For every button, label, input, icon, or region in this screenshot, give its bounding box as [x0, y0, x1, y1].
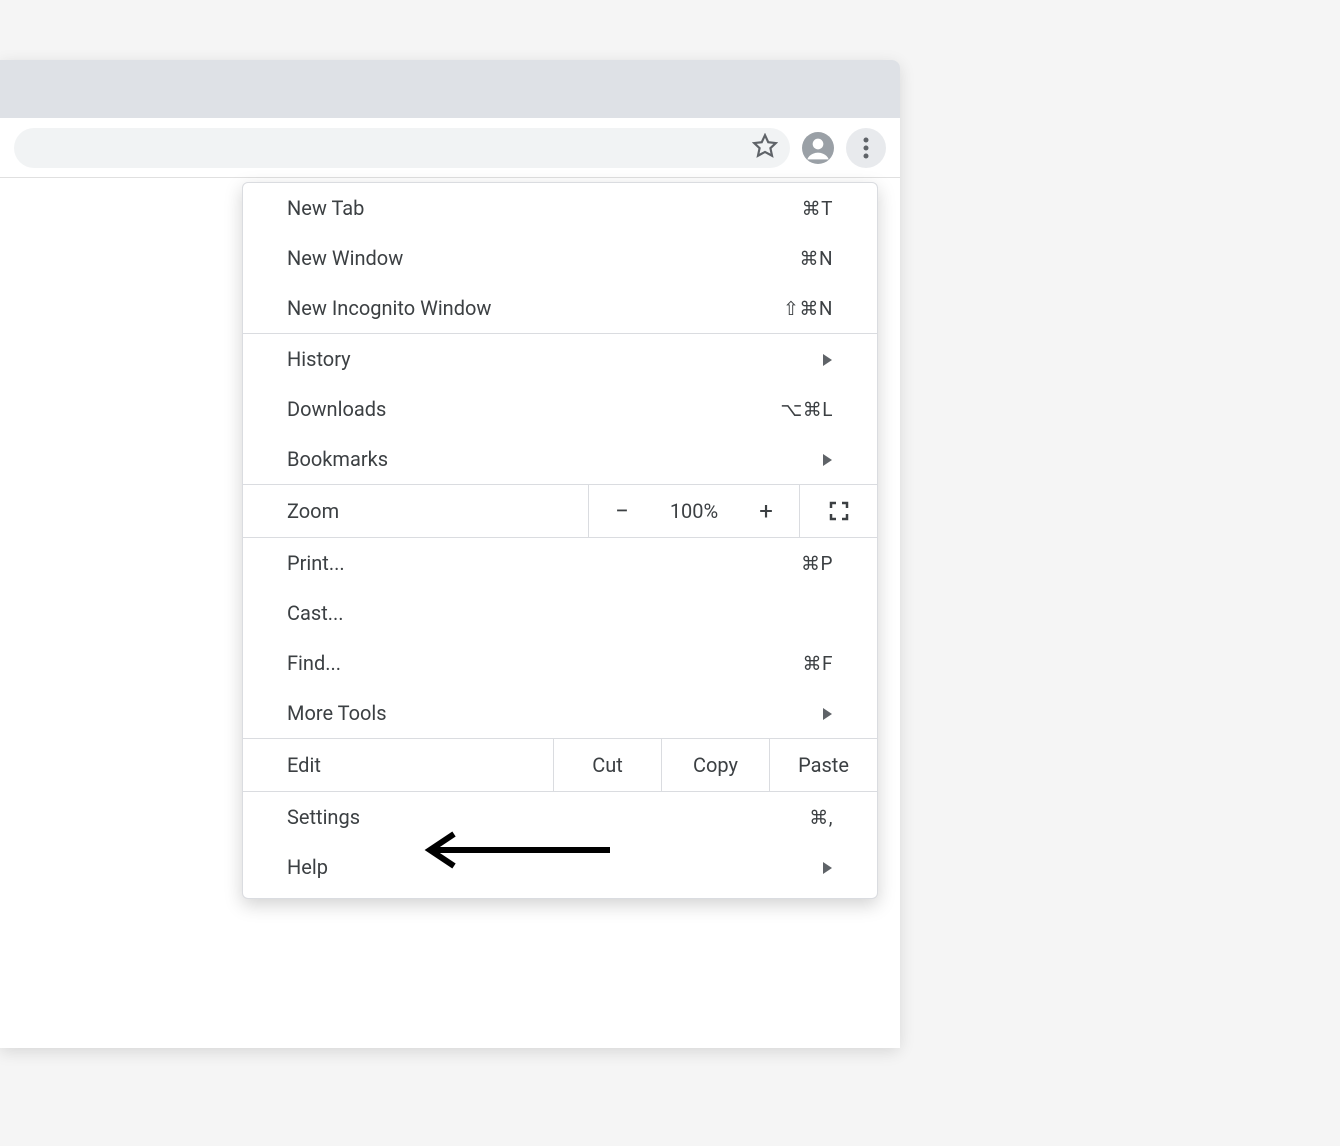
zoom-in-button[interactable]: + [733, 485, 799, 537]
menu-label: Settings [287, 805, 809, 829]
menu-label: New Tab [287, 196, 802, 220]
menu-item-new-tab[interactable]: New Tab ⌘T [243, 183, 877, 233]
menu-item-downloads[interactable]: Downloads ⌥⌘L [243, 384, 877, 434]
more-menu-button[interactable] [846, 128, 886, 168]
menu-item-cast[interactable]: Cast... [243, 588, 877, 638]
menu-label: Cast... [287, 601, 833, 625]
menu-shortcut: ⌘N [799, 247, 833, 270]
zoom-label: Zoom [243, 485, 589, 537]
edit-label: Edit [243, 739, 553, 791]
menu-shortcut: ⌘T [802, 197, 833, 220]
menu-shortcut: ⇧⌘N [783, 297, 833, 320]
menu-shortcut: ⌘F [802, 652, 833, 675]
menu-label: Find... [287, 651, 802, 675]
edit-copy-button[interactable]: Copy [661, 739, 769, 791]
menu-item-settings[interactable]: Settings ⌘, [243, 792, 877, 842]
menu-shortcut: ⌘P [801, 552, 833, 575]
menu-edit-row: Edit Cut Copy Paste [243, 738, 877, 792]
menu-item-new-incognito[interactable]: New Incognito Window ⇧⌘N [243, 283, 877, 333]
tab-bar [0, 60, 900, 118]
menu-label: Print... [287, 551, 801, 575]
chevron-right-icon [823, 701, 833, 725]
menu-label: History [287, 347, 823, 371]
fullscreen-button[interactable] [799, 485, 877, 537]
toolbar [0, 118, 900, 178]
edit-cut-button[interactable]: Cut [553, 739, 661, 791]
menu-label: Help [287, 855, 823, 879]
chevron-right-icon [823, 347, 833, 371]
menu-item-find[interactable]: Find... ⌘F [243, 638, 877, 688]
address-bar[interactable] [14, 128, 790, 168]
menu-label: New Incognito Window [287, 296, 783, 320]
menu-item-help[interactable]: Help [243, 842, 877, 892]
menu-zoom-row: Zoom − 100% + [243, 484, 877, 538]
menu-shortcut: ⌥⌘L [780, 398, 833, 421]
menu-label: New Window [287, 246, 799, 270]
profile-icon[interactable] [798, 128, 838, 168]
chrome-menu: New Tab ⌘T New Window ⌘N New Incognito W… [242, 182, 878, 899]
chevron-right-icon [823, 855, 833, 879]
menu-item-bookmarks[interactable]: Bookmarks [243, 434, 877, 484]
menu-item-new-window[interactable]: New Window ⌘N [243, 233, 877, 283]
menu-label: Downloads [287, 397, 780, 421]
menu-item-history[interactable]: History [243, 334, 877, 384]
menu-label: Bookmarks [287, 447, 823, 471]
edit-paste-button[interactable]: Paste [769, 739, 877, 791]
menu-item-more-tools[interactable]: More Tools [243, 688, 877, 738]
zoom-out-button[interactable]: − [589, 485, 655, 537]
menu-label: More Tools [287, 701, 823, 725]
zoom-value: 100% [655, 485, 733, 537]
star-icon[interactable] [752, 133, 778, 163]
chevron-right-icon [823, 447, 833, 471]
menu-shortcut: ⌘, [809, 806, 833, 829]
menu-item-print[interactable]: Print... ⌘P [243, 538, 877, 588]
